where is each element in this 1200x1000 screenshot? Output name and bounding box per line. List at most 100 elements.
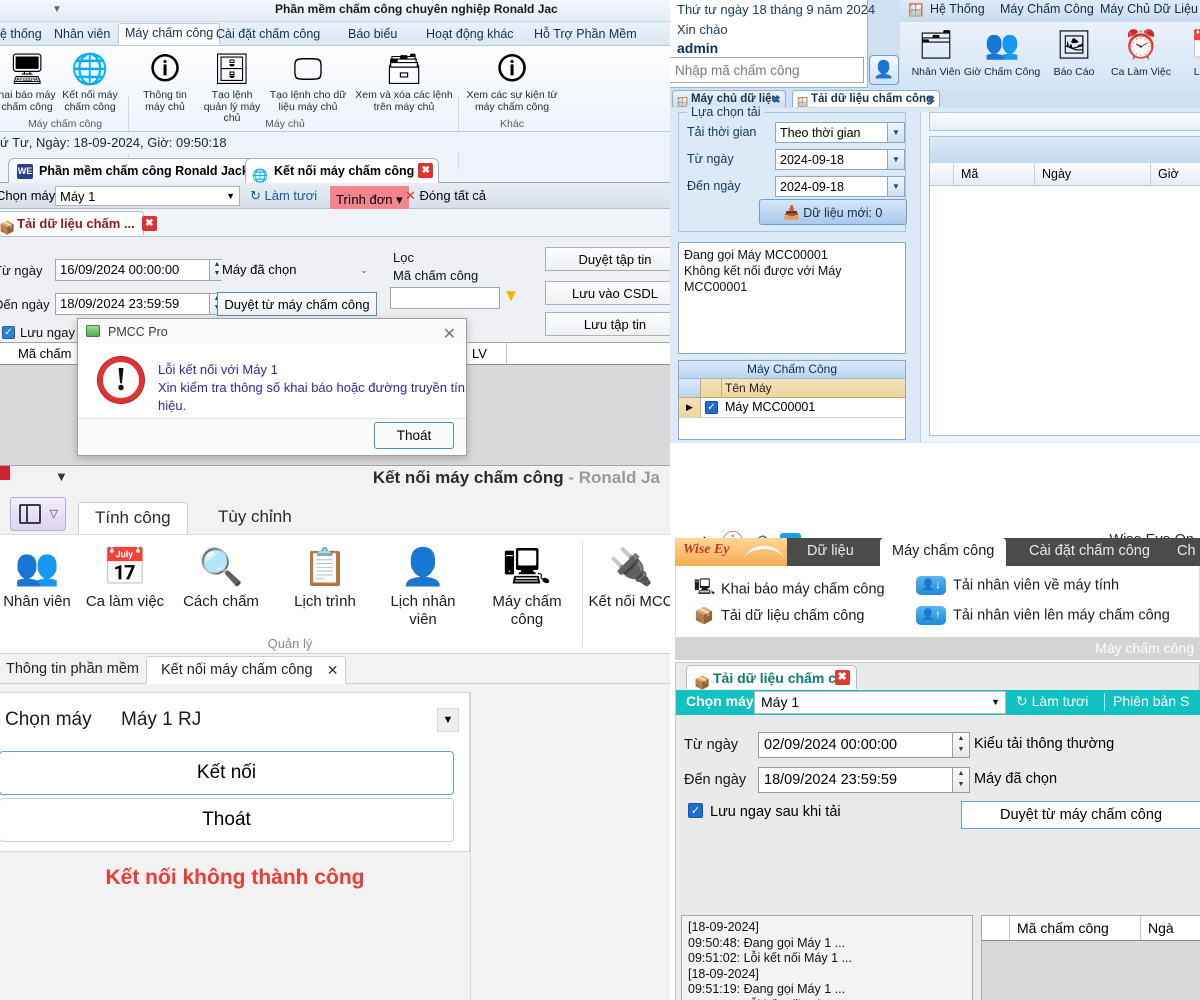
close-icon[interactable]: ✖ [772,92,780,109]
duyet-tu-may-cham-cong-button[interactable]: Duyệt từ máy chấm công [217,292,377,316]
menu-hoat-dong-khac[interactable]: Hoạt động khác [420,25,520,43]
tab-tuy-chinh[interactable]: Tùy chỉnh [202,502,308,534]
may-da-chon-value[interactable]: Máy đã chọn [974,767,1058,793]
ma-cham-cong-input[interactable] [390,287,500,309]
phien-ban-button[interactable]: Phiên bản S [1113,693,1189,709]
cmd-tai-du-lieu-cham-cong[interactable]: 📦 Tải dữ liệu chấm công [694,606,865,626]
cmd-khai-bao-may-cham-cong[interactable]: 🖳 Khai báo máy chấm công [694,576,885,603]
tu-ngay-input[interactable]: 02/09/2024 00:00:00 [758,732,953,758]
filter-funnel-icon[interactable]: ▼ [500,285,522,307]
menu-nhan-vien[interactable]: Nhân viên [48,25,116,43]
den-ngay-input[interactable]: 18/09/2024 23:59:59 [55,293,210,315]
may-cham-cong-grid[interactable]: Máy Chấm Công Tên Máy ▶ ✓ Máy MCC00001 [678,360,906,440]
lam-tuoi-button[interactable]: ↻ Làm tươi [1016,693,1088,710]
close-icon[interactable]: ✖ [418,163,434,178]
thoat-button[interactable]: Thoát [374,422,454,449]
kieu-tai-value[interactable]: Kiểu tải thông thường [974,732,1115,758]
grid-corner-cell [982,916,1010,940]
menu-may-chu-du-lieu[interactable]: Máy Chủ Dữ Liệu [1100,2,1198,16]
menu-may-cham-cong[interactable]: Máy chấm công [118,23,221,45]
menu-he-thong[interactable]: Hệ Thống [930,2,985,16]
menu-cai-dat-cham-cong[interactable]: Cài đặt chấm công [210,25,326,43]
tai-thoi-gian-combo[interactable]: Theo thời gian ▼ [775,122,905,143]
dong-tat-ca-button[interactable]: ✕ Đóng tất cả [405,183,486,209]
luu-ngay-checkbox[interactable]: ✓ [688,803,703,818]
ribbon-thong-tin-may-chu[interactable]: 🛈 Thông tin máy chủ [133,50,197,113]
lam-tuoi-button[interactable]: ↻ Làm tươi [250,183,317,209]
menu-bao-bieu[interactable]: Báo biểu [342,25,403,43]
nhap-ma-cham-cong-input[interactable]: Nhập mã chấm công [670,57,864,83]
ribbon-gio-cham-cong[interactable]: 👥 Giờ Chấm Công [963,24,1041,78]
chevron-down-icon[interactable]: ▼ [437,708,459,732]
den-ngay-input[interactable]: 18/09/2024 23:59:59 [758,767,953,793]
menu-he-thong[interactable]: ệ thống [0,25,48,43]
pmcc-error-dialog: PMCC Pro ✕ ! Lỗi kết nối với Máy 1 Xin k… [77,318,467,456]
ribbon-xem-va-xoa-cac-lenh[interactable]: 🗃 Xem và xóa các lệnh trên máy chủ [354,50,454,113]
ribbon-bao-cao[interactable]: 🖼 Báo Cáo [1043,24,1105,78]
subtab-tai-du-lieu-cham-cong[interactable]: 📦 Tải dữ liệu chấm ... ✖ [0,211,157,235]
menu-ho-tro-phan-mem[interactable]: Hỗ Trợ Phần Mềm [528,25,643,43]
ribbon-ca-lam-viec[interactable]: ⏰ Ca Làm Việc [1105,24,1177,78]
cmd-tai-nhan-vien-ve-may-tinh[interactable]: 👤↓ Tải nhân viên về máy tính [916,576,1119,595]
ribbon-lich-trinh[interactable]: 📅 Lịch T [1177,24,1200,78]
tu-ngay-input[interactable]: 16/09/2024 00:00:00 [55,259,210,281]
chon-may-combo[interactable]: Máy 1 ▼ [754,691,1006,714]
thoat-button[interactable]: Thoát [0,798,454,842]
ribbon-tao-lenh-cho-du-lieu-may-chu[interactable]: 🖵 Tạo lệnh cho dữ liệu máy chủ [268,50,348,113]
ribbon-lich-trinh[interactable]: 📋 Lịch trình [280,541,370,611]
tab-tai-du-lieu-cham-cong[interactable]: 🪟 Tải dữ liệu chấm công ✖ [792,90,941,109]
ribbon-xem-cac-su-kien[interactable]: 🛈 Xem các sự kiện từ máy chấm công [462,50,562,113]
tab-cai-dat-cham-cong[interactable]: Cài đặt chấm công [1017,538,1162,566]
tab-cham-cong-extra[interactable]: Ch [1165,538,1200,566]
cmd-tai-nhan-vien-len-may-cham-cong[interactable]: 👤↑ Tải nhân viên lên máy chấm công [916,606,1170,625]
luu-vao-csdl-button[interactable]: Lưu vào CSDL [545,281,670,305]
luu-tap-tin-button[interactable]: Lưu tập tin [545,312,670,336]
close-icon[interactable]: ✖ [834,670,850,685]
doctab-phan-mem-cham-cong[interactable]: WE Phần mềm chấm công Ronald Jack Pro [8,158,283,183]
menu-may-cham-cong[interactable]: Máy Chấm Công [1000,2,1094,16]
tu-ngay-spinner[interactable]: ▲ ▼ [953,732,970,758]
ribbon-nhan-vien[interactable]: 🗂 Nhân Viên [905,24,967,78]
doctab-thong-tin-phan-mem[interactable]: Thông tin phần mềm [0,656,153,684]
q4-data-grid[interactable]: Mã chấm công Ngà [981,915,1200,1000]
ribbon-cach-cham[interactable]: 🔍 Cách chấm [176,541,266,611]
q2-data-grid[interactable]: Mã Ngày Giờ [929,136,1200,436]
ribbon-tao-lenh-quan-ly-may-chu[interactable]: 🗄 Tạo lệnh quản lý máy chủ [200,50,264,125]
ket-noi-button[interactable]: Kết nối [0,751,454,795]
doctab-ket-noi-may-cham-cong[interactable]: 🌐 Kết nối máy chấm công ✖ [245,158,440,183]
ribbon-khai-bao-may-cham-cong[interactable]: 🖥 hai báo máy chấm công [0,50,59,113]
ribbon-ket-noi-may-cham-cong[interactable]: 🌐 Kết nối máy chấm công [58,50,122,113]
ribbon-ca-lam-viec[interactable]: 📅 Ca làm việc [80,541,170,611]
duyet-tu-may-cham-cong-button[interactable]: Duyệt từ máy chấm công [961,801,1200,829]
ribbon-label: Thông tin máy chủ [143,89,187,113]
may-da-chon-combo[interactable]: Máy đã chọn ⌄ [222,259,372,281]
log-line: 09:50:48: Đang gọi Máy 1 ... [688,935,846,950]
ribbon-lich-nhan-vien[interactable]: 👤 Lịch nhân viên [378,541,468,629]
luu-ngay-checkbox[interactable]: ✓ [2,326,15,339]
user-check-icon[interactable]: 👤 [869,55,899,85]
close-icon[interactable]: ✕ [327,657,339,684]
du-lieu-moi-button[interactable]: 📥 Dữ liệu mới: 0 [759,199,907,225]
tab-may-cham-cong[interactable]: Máy chấm công [880,538,1007,566]
doctab-ket-noi-may-cham-cong[interactable]: Kết nối máy chấm công ✕ [146,656,346,684]
den-ngay-datepicker[interactable]: 2024-09-18 ▼ [775,176,905,197]
close-icon[interactable]: ✖ [141,216,157,231]
den-ngay-spinner[interactable]: ▲▼ [953,767,970,793]
tab-du-lieu[interactable]: Dữ liệu [795,538,866,566]
close-icon[interactable]: ✖ [927,92,935,109]
tu-ngay-datepicker[interactable]: 2024-09-18 ▼ [775,149,905,170]
mdi-tab-tai-du-lieu[interactable]: 📦 Tải dữ liệu chấm c... ✖ [686,665,857,690]
ribbon-ket-noi-mcc[interactable]: 🔌 Kết nối MCC [586,541,670,611]
quick-access-chevron-down-icon[interactable]: ▼ [52,4,62,15]
mdi-tab-label: Tải dữ liệu chấm c... [713,670,848,686]
ribbon-nhan-vien[interactable]: 👥 Nhân viên [0,541,82,611]
tab-tinh-cong[interactable]: Tính công [78,502,188,534]
application-menu-button[interactable]: ▽ [10,497,66,531]
duyet-tap-tin-button[interactable]: Duyệt tập tin [545,247,670,271]
ribbon-may-cham-cong[interactable]: 🖳 Máy chấm công [482,541,572,629]
table-row[interactable]: ▶ ✓ Máy MCC00001 [679,398,905,418]
right-pane-toolbar[interactable] [929,112,1200,131]
chon-may-combo[interactable]: Máy 1 ▼ [55,186,240,206]
row-checkbox[interactable]: ✓ [705,401,718,414]
chevron-down-icon[interactable]: ▼ [55,469,68,484]
